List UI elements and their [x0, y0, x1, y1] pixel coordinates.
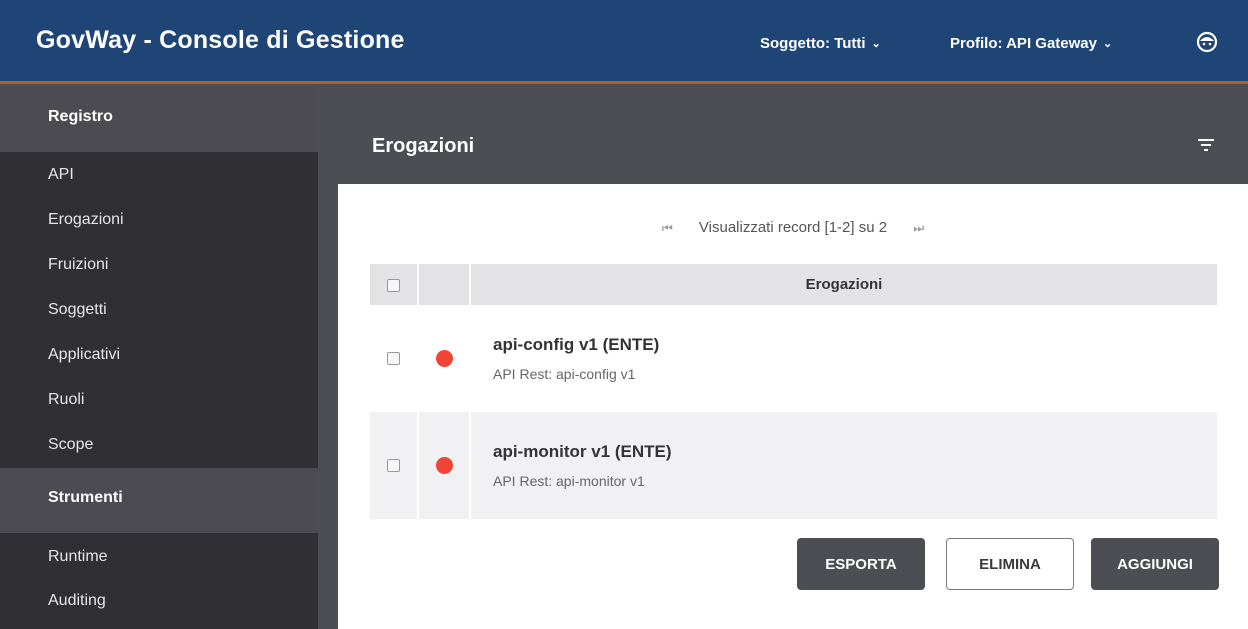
pagination: ⏮ Visualizzati record [1-2] su 2 ⏭	[338, 219, 1248, 236]
sidebar-section-registro: Registro	[0, 87, 318, 152]
sidebar: Registro API Erogazioni Fruizioni Sogget…	[0, 87, 318, 629]
filter-icon[interactable]	[1198, 138, 1214, 152]
main-panel: Erogazioni ⏮ Visualizzati record [1-2] s…	[338, 112, 1248, 629]
soggetto-label: Soggetto: Tutti	[760, 35, 866, 52]
status-dot	[435, 456, 453, 474]
sidebar-item-scope[interactable]: Scope	[48, 436, 93, 454]
select-all-checkbox[interactable]	[387, 278, 400, 292]
row-content[interactable]: api-monitor v1 (ENTE) API Rest: api-moni…	[470, 412, 1219, 519]
record-count: Visualizzati record [1-2] su 2	[698, 219, 888, 236]
add-button[interactable]: AGGIUNGI	[1091, 538, 1219, 590]
row-subtitle: API Rest: api-monitor v1	[493, 473, 645, 489]
sidebar-section-label: Registro	[48, 108, 113, 125]
page-title: Erogazioni	[372, 135, 475, 157]
row-check-cell	[370, 412, 419, 519]
row-status-cell	[418, 305, 471, 412]
delete-button[interactable]: ELIMINA	[946, 538, 1074, 590]
sidebar-section-label: Strumenti	[48, 489, 123, 506]
row-checkbox[interactable]	[387, 458, 400, 472]
export-button[interactable]: ESPORTA	[797, 538, 925, 590]
row-subtitle: API Rest: api-config v1	[493, 366, 636, 382]
profilo-dropdown[interactable]: Profilo: API Gateway ⌄	[950, 35, 1112, 52]
panel-header: Erogazioni	[338, 112, 1248, 184]
sidebar-item-runtime[interactable]: Runtime	[48, 548, 108, 566]
chevron-down-icon: ⌄	[871, 38, 881, 50]
sidebar-section-strumenti: Strumenti	[0, 468, 318, 533]
sidebar-item-applicativi[interactable]: Applicativi	[48, 346, 120, 364]
select-all-cell	[370, 264, 419, 305]
status-column-header	[418, 264, 471, 305]
sidebar-item-fruizioni[interactable]: Fruizioni	[48, 256, 108, 274]
row-title[interactable]: api-config v1 (ENTE)	[493, 335, 1217, 355]
status-dot	[435, 349, 453, 367]
sidebar-item-soggetti[interactable]: Soggetti	[48, 301, 107, 319]
row-check-cell	[370, 305, 419, 412]
row-title[interactable]: api-monitor v1 (ENTE)	[493, 442, 1217, 462]
chevron-down-icon: ⌄	[1102, 38, 1113, 50]
row-content[interactable]: api-config v1 (ENTE) API Rest: api-confi…	[470, 305, 1219, 412]
erogazioni-table: Erogazioni api-config v1 (ENTE) API Rest…	[370, 264, 1219, 519]
table-row[interactable]: api-config v1 (ENTE) API Rest: api-confi…	[370, 305, 1219, 412]
column-header-erogazioni: Erogazioni	[470, 264, 1219, 305]
profilo-label: Profilo: API Gateway	[950, 35, 1097, 52]
last-page-icon[interactable]: ⏭	[913, 221, 924, 235]
sidebar-item-auditing[interactable]: Auditing	[48, 592, 106, 610]
user-face-icon[interactable]	[1196, 31, 1218, 53]
top-navbar: GovWay - Console di Gestione Soggetto: T…	[0, 0, 1248, 84]
row-status-cell	[418, 412, 471, 519]
sidebar-item-api[interactable]: API	[48, 166, 74, 184]
row-checkbox[interactable]	[387, 351, 400, 365]
sidebar-item-erogazioni[interactable]: Erogazioni	[48, 211, 124, 229]
sidebar-item-ruoli[interactable]: Ruoli	[48, 391, 84, 409]
first-page-icon[interactable]: ⏮	[662, 221, 673, 235]
app-title[interactable]: GovWay - Console di Gestione	[36, 26, 405, 55]
soggetto-dropdown[interactable]: Soggetto: Tutti ⌄	[760, 35, 881, 52]
table-row[interactable]: api-monitor v1 (ENTE) API Rest: api-moni…	[370, 412, 1219, 519]
